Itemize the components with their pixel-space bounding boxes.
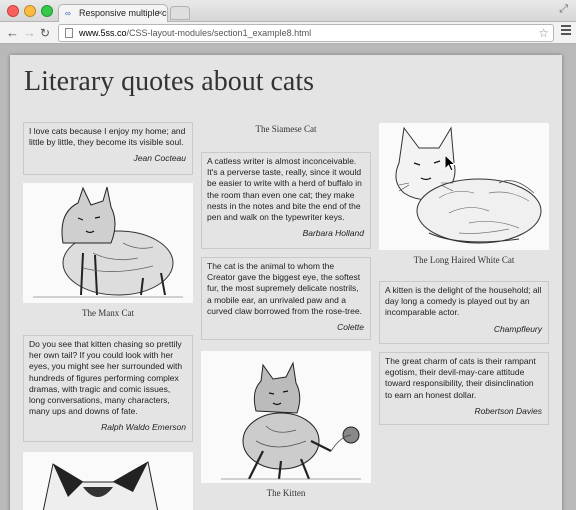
quote-author: Colette xyxy=(337,322,364,333)
back-arrow-icon[interactable]: ← xyxy=(6,23,19,43)
bookmark-star-icon[interactable]: ☆ xyxy=(538,25,549,41)
minimize-window-button[interactable] xyxy=(24,5,36,17)
tab-close-icon[interactable]: × xyxy=(157,5,163,22)
url-text[interactable]: www.5ss.co/CSS-layout-modules/section1_e… xyxy=(79,25,311,41)
quote-author: Jean Cocteau xyxy=(133,153,186,164)
quote-text: Do you see that kitten chasing so pretti… xyxy=(29,339,183,417)
favicon-icon: ∞ xyxy=(65,9,71,18)
page-container: Literary quotes about cats I love cats b… xyxy=(10,55,562,510)
mouse-cursor-icon xyxy=(444,154,456,172)
image-caption: The Kitten xyxy=(266,488,306,498)
quote-author: Champfleury xyxy=(493,323,542,334)
browser-tab[interactable]: ∞ Responsive multiple column × xyxy=(58,4,168,22)
figure-long-haired-white-cat: The Long Haired White Cat xyxy=(379,123,549,265)
image-caption: The Siamese Cat xyxy=(255,124,317,134)
quote-author: Robertson Davies xyxy=(474,405,542,416)
quote-card: A catless writer is almost inconceivable… xyxy=(201,152,371,249)
quote-text: The cat is the animal to whom the Creato… xyxy=(207,261,362,316)
figure-kitten: The Kitten xyxy=(201,351,371,498)
close-window-button[interactable] xyxy=(7,5,19,17)
quote-card: The cat is the animal to whom the Creato… xyxy=(201,257,371,340)
page-title: Literary quotes about cats xyxy=(24,66,315,97)
manx-cat-image xyxy=(23,183,193,303)
quote-text: A kitten is the delight of the household… xyxy=(385,285,542,318)
figure-siamese-cat-head xyxy=(23,452,193,510)
cat-head-image xyxy=(23,452,193,510)
browser-toolbar: ← → ↻ www.5ss.co/CSS-layout-modules/sect… xyxy=(0,22,576,44)
quote-card: Do you see that kitten chasing so pretti… xyxy=(23,335,193,442)
quote-text: A catless writer is almost inconceivable… xyxy=(207,156,362,223)
quote-card: I love cats because I enjoy my home; and… xyxy=(23,122,193,175)
url-host: www.5ss.co xyxy=(79,28,127,38)
figure-manx-cat: The Manx Cat xyxy=(23,183,193,318)
quote-text: The great charm of cats is their rampant… xyxy=(385,356,536,400)
page-icon xyxy=(65,28,73,38)
window-titlebar: ∞ Responsive multiple column × ⤢ xyxy=(0,0,576,22)
menu-icon[interactable] xyxy=(561,25,571,37)
quote-author: Ralph Waldo Emerson xyxy=(101,422,186,433)
quote-card: A kitten is the delight of the household… xyxy=(379,281,549,344)
reload-icon[interactable]: ↻ xyxy=(40,23,50,43)
quote-author: Barbara Holland xyxy=(302,228,364,239)
new-tab-button[interactable] xyxy=(170,6,190,20)
url-path: /CSS-layout-modules/section1_example8.ht… xyxy=(126,28,312,38)
zoom-window-button[interactable] xyxy=(41,5,53,17)
image-caption: The Long Haired White Cat xyxy=(413,255,515,265)
quote-card: The great charm of cats is their rampant… xyxy=(379,352,549,425)
forward-arrow-icon[interactable]: → xyxy=(23,23,36,43)
fullscreen-icon[interactable]: ⤢ xyxy=(559,3,568,16)
image-caption: The Manx Cat xyxy=(82,308,134,318)
page-viewport: Literary quotes about cats I love cats b… xyxy=(0,45,576,510)
tab-title: Responsive multiple column xyxy=(79,8,167,18)
quote-text: I love cats because I enjoy my home; and… xyxy=(29,126,186,148)
long-haired-cat-image xyxy=(379,123,549,250)
kitten-image xyxy=(201,351,371,483)
address-bar[interactable]: www.5ss.co/CSS-layout-modules/section1_e… xyxy=(58,24,554,42)
